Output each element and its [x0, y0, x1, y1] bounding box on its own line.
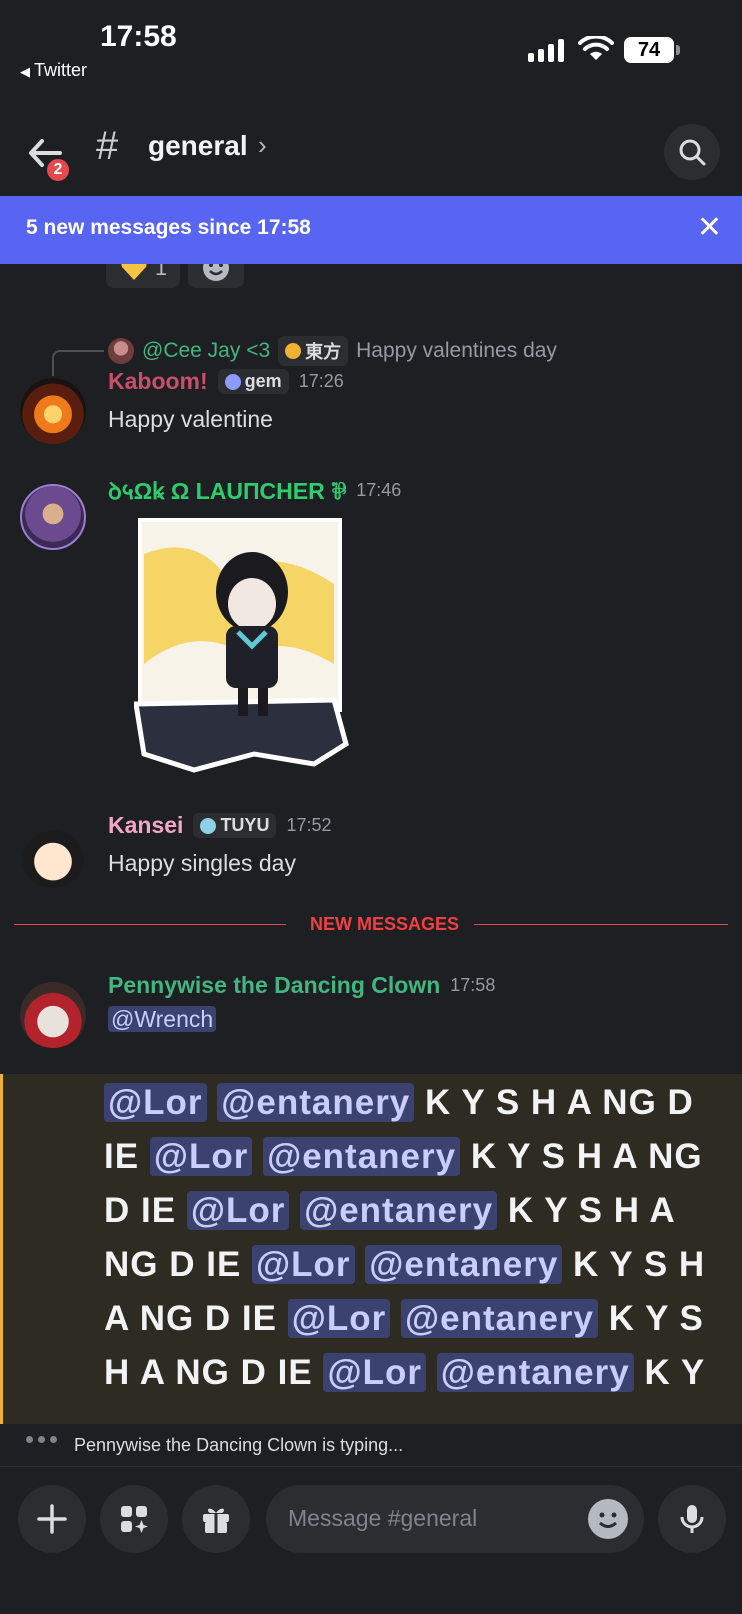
message-list[interactable]: 1 @Cee Jay <3 東方 Happy valentines day Ka… [0, 264, 742, 1424]
smiley-icon [203, 264, 229, 281]
gem-icon [224, 373, 241, 390]
user-mention[interactable]: @Wrench [108, 1006, 217, 1032]
author-name[interactable]: Kansei [108, 812, 183, 839]
add-attachment-button[interactable] [18, 1485, 86, 1553]
avatar[interactable] [20, 982, 86, 1048]
spam-text: H A NG D IE [104, 1353, 313, 1392]
add-reaction-button[interactable] [188, 264, 244, 288]
emoji-button[interactable] [588, 1499, 628, 1539]
cellular-signal-icon [528, 38, 564, 62]
message-placeholder: Message #general [288, 1505, 478, 1531]
reaction-count: 1 [154, 264, 168, 280]
user-mention[interactable]: @entanery [263, 1137, 461, 1176]
author-tag: gem [217, 369, 289, 394]
back-triangle-icon: ◀ [20, 64, 30, 79]
plus-icon [37, 1504, 67, 1534]
user-mention[interactable]: @Lor [104, 1083, 207, 1122]
avatar[interactable] [20, 378, 86, 444]
reply-reference[interactable]: @Cee Jay <3 東方 Happy valentines day [108, 336, 557, 366]
channel-title[interactable]: general [148, 130, 248, 162]
apps-button[interactable] [100, 1485, 168, 1553]
spam-text: K Y [644, 1353, 706, 1392]
wifi-icon [578, 36, 614, 60]
author-name[interactable]: Kaboom! [108, 368, 208, 395]
yellow-heart-icon [121, 264, 147, 280]
avatar[interactable] [20, 484, 86, 550]
smiley-icon [599, 1512, 617, 1528]
user-mention[interactable]: @entanery [436, 1353, 634, 1392]
user-mention[interactable]: @Lor [186, 1191, 290, 1230]
close-icon[interactable]: ✕ [697, 210, 722, 245]
reaction-heart[interactable]: 1 [106, 264, 180, 288]
unread-badge: 2 [44, 156, 72, 184]
voice-message-button[interactable] [658, 1485, 726, 1553]
user-mention[interactable]: @Lor [252, 1245, 355, 1284]
typing-text: Pennywise the Dancing Clown is typing... [74, 1435, 404, 1455]
spam-message-text: @Lor @entanery K Y S H A NG D IE @Lor @e… [104, 1076, 714, 1400]
gift-icon [203, 1508, 229, 1534]
battery-indicator: 74 [624, 37, 680, 63]
user-mention[interactable]: @Lor [149, 1137, 253, 1176]
user-mention[interactable]: @Lor [323, 1353, 426, 1392]
author-name[interactable]: ꝺ५Ωꝃ Ω LAUΠCHER ⅌ [108, 474, 346, 506]
avatar[interactable] [20, 822, 86, 888]
spam-text: D IE [104, 1191, 177, 1230]
author-tag-label: TUYU [220, 815, 270, 835]
author-tag-label: gem [244, 371, 282, 391]
reply-tag: 東方 [278, 336, 349, 366]
search-icon [679, 139, 706, 166]
status-bar: 17:58 ◀ Twitter 74 [0, 0, 742, 90]
user-mention[interactable]: @entanery [365, 1245, 563, 1284]
divider-label: NEW MESSAGES [310, 914, 460, 934]
user-mention[interactable]: @Lor [287, 1299, 391, 1338]
timestamp: 17:52 [286, 815, 332, 835]
spam-text: K Y S H A NG D [425, 1083, 694, 1122]
back-to-app-link[interactable]: ◀ Twitter [20, 60, 87, 81]
reply-text: Happy valentines day [356, 339, 557, 362]
message-text: @Wrench [108, 1006, 217, 1033]
timestamp: 17:58 [450, 975, 496, 995]
search-button[interactable] [664, 124, 720, 180]
moon-icon [285, 343, 302, 359]
user-mention[interactable]: @entanery [300, 1191, 498, 1230]
timestamp: 17:46 [356, 479, 402, 500]
microphone-icon [680, 1505, 704, 1533]
message-text: Happy valentine [108, 406, 273, 432]
new-messages-divider: NEW MESSAGES [14, 914, 728, 934]
message-composer: Message #general [0, 1466, 742, 1614]
user-mention[interactable]: @entanery [217, 1083, 415, 1122]
back-app-label: Twitter [34, 60, 88, 80]
spam-text: NG D IE [104, 1245, 242, 1284]
author-tag: TUYU [193, 813, 277, 838]
author-name[interactable]: Pennywise the Dancing Clown [108, 972, 440, 999]
new-messages-banner[interactable]: 5 new messages since 17:58 ✕ [0, 196, 742, 264]
channel-header: 2 # general › [0, 112, 742, 184]
spam-text: IE [104, 1137, 140, 1176]
reply-tag-label: 東方 [305, 342, 342, 362]
typing-indicator: Pennywise the Dancing Clown is typing... [0, 1424, 742, 1466]
spam-text: K Y S H A [507, 1191, 676, 1230]
chevron-right-icon[interactable]: › [258, 130, 267, 161]
reply-connector [52, 350, 104, 376]
hash-icon: # [96, 124, 119, 168]
gift-button[interactable] [182, 1485, 250, 1553]
banner-text: 5 new messages since 17:58 [26, 216, 311, 239]
spam-text: K Y S H A NG [470, 1137, 703, 1176]
message-input[interactable]: Message #general [266, 1485, 644, 1553]
reply-author[interactable]: @Cee Jay <3 [142, 339, 270, 363]
reply-avatar [108, 338, 134, 364]
spam-text: K Y S H [573, 1245, 706, 1284]
typing-dots-icon [26, 1436, 57, 1443]
clock: 17:58 [100, 20, 177, 53]
timestamp: 17:26 [298, 371, 344, 391]
apps-icon [121, 1506, 148, 1533]
user-mention[interactable]: @entanery [400, 1299, 599, 1338]
sticker-image[interactable] [134, 514, 356, 778]
spam-text: K Y S [608, 1299, 704, 1338]
gem-icon [200, 817, 217, 834]
spam-text: A NG D IE [104, 1299, 277, 1338]
message-text: Happy singles day [108, 850, 296, 876]
